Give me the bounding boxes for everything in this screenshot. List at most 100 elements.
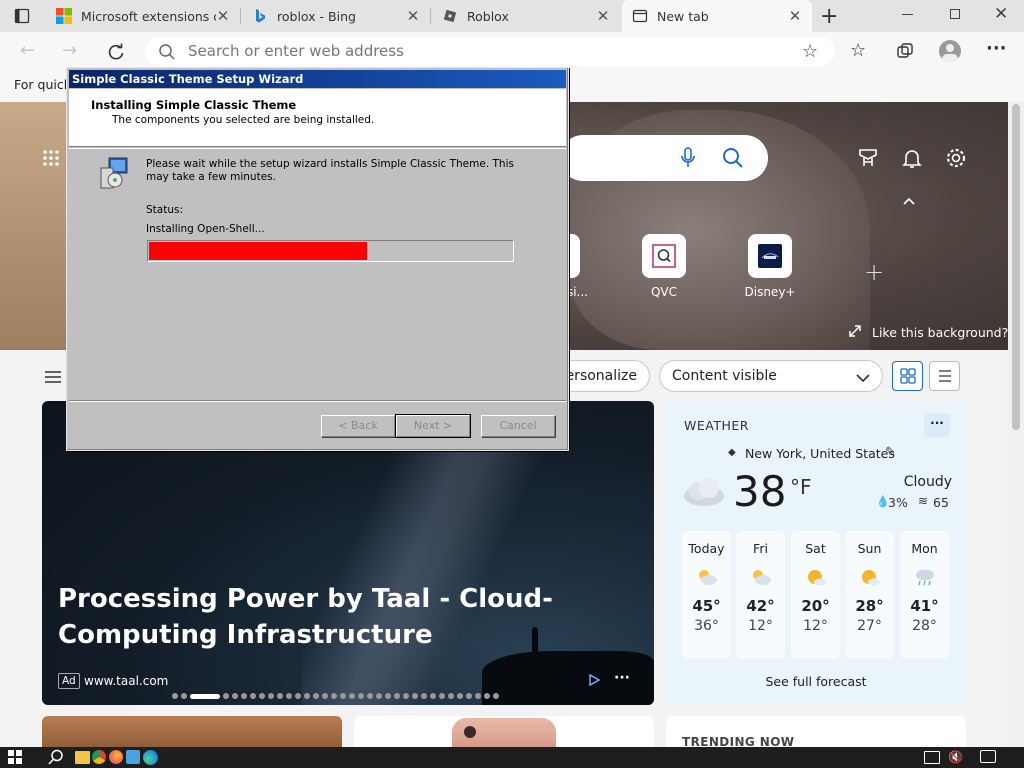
scrollbar-thumb[interactable] — [1012, 104, 1020, 430]
page-settings-gear-icon[interactable] — [945, 147, 967, 169]
mostly-sunny-icon — [791, 568, 840, 588]
collections-icon[interactable] — [896, 42, 914, 60]
weather-card[interactable]: WEATHER ··· ◆ New York, United States ✎ … — [666, 401, 966, 705]
network-icon[interactable] — [924, 751, 940, 764]
forecast-day[interactable]: Sat 20° 12° — [791, 531, 840, 659]
favorites-icon[interactable]: ☆ — [850, 40, 866, 61]
bing-icon — [252, 8, 268, 24]
carousel-dots[interactable] — [172, 692, 499, 700]
forward-icon[interactable]: → — [62, 40, 77, 61]
quick-link-label: Disney+ — [744, 285, 796, 299]
close-tab-icon[interactable]: ✕ — [216, 7, 230, 25]
edge-icon[interactable] — [143, 750, 158, 765]
notifications-bell-icon[interactable] — [901, 147, 923, 169]
forecast-high: 42° — [746, 597, 775, 615]
microphone-icon[interactable] — [678, 147, 698, 169]
taskbar-search-icon[interactable] — [48, 749, 64, 765]
tab-new-tab[interactable]: New tab ✕ — [622, 0, 812, 32]
minimize-icon[interactable] — [902, 14, 913, 15]
tab-title: roblox - Bing — [277, 8, 356, 24]
disney-plus-icon — [758, 244, 782, 268]
forecast-day-name: Fri — [753, 541, 768, 556]
news-card-phone[interactable] — [354, 716, 654, 747]
news-card-image[interactable] — [42, 716, 342, 747]
wizard-subheading: The components you selected are being in… — [112, 114, 375, 126]
settings-more-icon[interactable]: ··· — [986, 38, 1007, 59]
content-visible-dropdown[interactable]: Content visible — [659, 360, 883, 392]
full-forecast-link[interactable]: See full forecast — [666, 674, 966, 689]
settings-app-icon[interactable] — [126, 750, 140, 764]
back-icon[interactable]: ← — [20, 40, 35, 61]
temperature-unit[interactable]: °F — [790, 475, 812, 499]
refresh-icon[interactable] — [106, 42, 126, 62]
hero-title[interactable]: Processing Power by Taal - Cloud-Computi… — [58, 581, 648, 653]
footer-divider-light — [69, 401, 566, 402]
weather-more-button[interactable]: ··· — [924, 413, 950, 437]
rewards-icon[interactable] — [857, 147, 879, 169]
chrome-icon[interactable] — [92, 750, 106, 764]
firefox-icon[interactable] — [109, 750, 123, 764]
add-favorite-icon[interactable]: ☆ — [802, 41, 818, 62]
hero-source[interactable]: www.taal.com — [84, 674, 168, 688]
weather-header: WEATHER — [684, 418, 749, 433]
forecast-day[interactable]: Fri 42° 12° — [736, 531, 785, 659]
apps-grid-icon[interactable] — [42, 149, 60, 167]
status-label: Status: — [146, 204, 183, 216]
wizard-heading: Installing Simple Classic Theme — [91, 98, 297, 112]
weather-condition: Cloudy — [903, 474, 952, 490]
personalize-button[interactable]: Personalize — [556, 360, 650, 392]
like-background-link[interactable]: Like this background? — [872, 325, 1008, 340]
grid-layout-button[interactable] — [892, 361, 923, 391]
wizard-title-bar[interactable]: Simple Classic Theme Setup Wizard — [69, 70, 566, 88]
hero-more-icon[interactable]: ··· — [614, 670, 630, 686]
window-close-icon[interactable]: ✕ — [994, 4, 1008, 24]
adchoices-icon[interactable] — [588, 673, 601, 687]
current-temperature: 38 — [733, 467, 787, 516]
qvc-icon — [652, 244, 676, 268]
expand-arrows-icon[interactable] — [848, 324, 862, 338]
new-tab-plus-icon[interactable]: + — [820, 4, 838, 29]
profile-avatar-icon[interactable] — [939, 40, 961, 62]
file-explorer-icon[interactable] — [75, 751, 90, 764]
edit-pencil-icon[interactable]: ✎ — [885, 445, 896, 460]
forecast-day[interactable]: Today 45° 36° — [682, 531, 731, 659]
forecast-day[interactable]: Mon 41° 28° — [900, 531, 949, 659]
tab-actions-icon[interactable] — [14, 8, 30, 24]
forecast-low: 28° — [912, 618, 937, 634]
action-center-icon[interactable] — [980, 750, 996, 763]
next-button[interactable]: Next > — [395, 414, 471, 438]
close-tab-icon[interactable]: ✕ — [788, 7, 802, 25]
forecast-low: 12° — [803, 618, 828, 634]
back-button[interactable]: < Back — [321, 415, 395, 437]
close-tab-icon[interactable]: ✕ — [406, 7, 420, 25]
microsoft-logo-icon — [56, 8, 72, 24]
close-tab-icon[interactable]: ✕ — [596, 7, 610, 25]
cloudy-icon — [682, 476, 726, 508]
tab-roblox-bing[interactable]: roblox - Bing ✕ — [242, 0, 430, 32]
location-pin-icon: ◆ — [728, 447, 736, 458]
tab-roblox[interactable]: Roblox ✕ — [432, 0, 620, 32]
tab-microsoft-extensions[interactable]: Microsoft extensions co ✕ — [46, 0, 240, 32]
weather-location[interactable]: New York, United States — [745, 446, 895, 461]
forecast-day-name: Sun — [857, 541, 882, 556]
forecast-low: 12° — [748, 618, 773, 634]
roblox-icon — [442, 8, 458, 24]
forecast-day[interactable]: Sun 28° 27° — [845, 531, 894, 659]
list-layout-button[interactable] — [929, 361, 960, 391]
quick-link-tile-qvc[interactable] — [642, 234, 686, 278]
start-button-icon[interactable] — [8, 750, 22, 764]
new-tab-page-icon — [632, 8, 648, 24]
volume-muted-icon[interactable]: 🔇 — [948, 750, 963, 764]
hamburger-menu-icon[interactable] — [44, 370, 62, 384]
cancel-button[interactable]: Cancel — [481, 415, 555, 437]
wizard-message: Please wait while the setup wizard insta… — [146, 158, 514, 183]
personalize-label: Personalize — [557, 368, 637, 384]
precipitation-value: 3% — [888, 495, 908, 510]
collapse-chevron-up-icon[interactable] — [901, 193, 917, 209]
restore-icon[interactable] — [950, 9, 960, 19]
add-quick-link-plus-icon[interactable]: + — [864, 258, 884, 286]
quick-link-tile-disney[interactable] — [748, 234, 792, 278]
search-submit-icon[interactable] — [722, 147, 744, 169]
status-text: Installing Open-Shell... — [146, 223, 265, 235]
ad-badge: Ad — [58, 673, 80, 689]
